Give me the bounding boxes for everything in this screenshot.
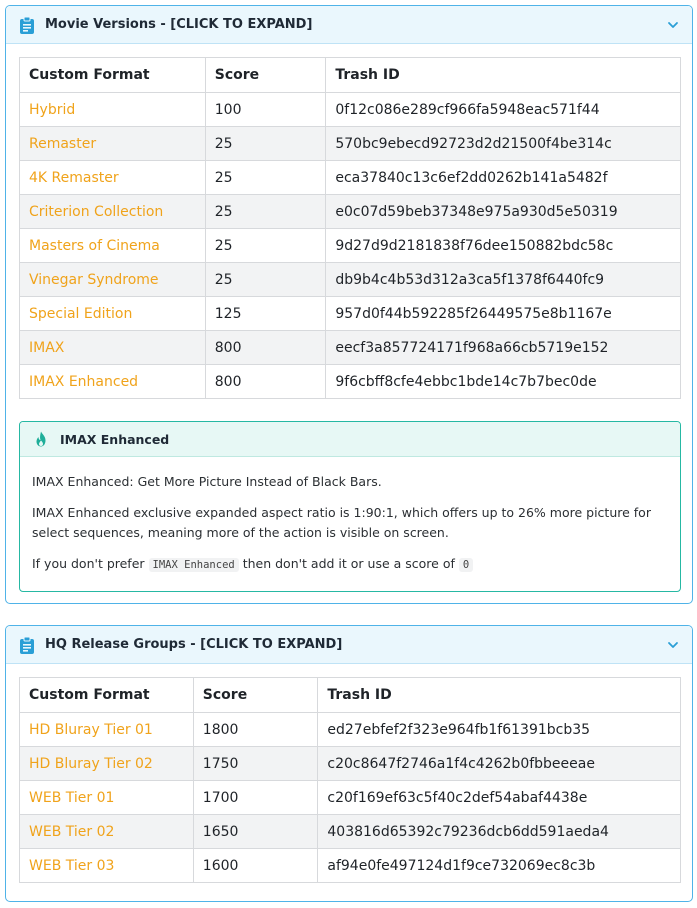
movie-versions-toggle[interactable]: Movie Versions - [CLICK TO EXPAND] (6, 6, 692, 44)
trash-id-cell: db9b4c4b53d312a3ca5f1378f6440fc9 (325, 262, 681, 297)
note-text: then don't add it or use a score of (242, 556, 455, 571)
custom-format-link[interactable]: IMAX (29, 340, 64, 356)
score-cell: 100 (204, 92, 327, 127)
movie-versions-table: Custom Format Score Trash ID Hybrid 100 … (19, 57, 681, 399)
panel-title: Movie Versions - [CLICK TO EXPAND] (45, 17, 313, 32)
custom-format-link[interactable]: HD Bluray Tier 02 (29, 756, 153, 772)
custom-format-link[interactable]: 4K Remaster (29, 170, 119, 186)
note-text: If you don't prefer (32, 556, 145, 571)
custom-format-link[interactable]: Masters of Cinema (29, 238, 160, 254)
clipboard-icon (20, 636, 34, 654)
custom-format-link[interactable]: WEB Tier 01 (29, 790, 114, 806)
score-cell: 800 (204, 364, 327, 399)
table-header-row: Custom Format Score Trash ID (19, 677, 681, 713)
custom-format-link[interactable]: IMAX Enhanced (29, 374, 138, 390)
score-cell: 25 (204, 262, 327, 297)
table-row: WEB Tier 03 1600 af94e0fe497124d1f9ce732… (19, 848, 681, 883)
column-header-custom-format: Custom Format (19, 57, 206, 93)
table-row: IMAX Enhanced 800 9f6cbff8cfe4ebbc1bde14… (19, 364, 681, 399)
note-header: IMAX Enhanced (20, 422, 680, 457)
panel-title: HQ Release Groups - [CLICK TO EXPAND] (45, 637, 343, 652)
note-paragraph: IMAX Enhanced: Get More Picture Instead … (32, 474, 382, 489)
hq-release-groups-table: Custom Format Score Trash ID HD Bluray T… (19, 677, 681, 883)
trash-id-cell: e0c07d59beb37348e975a930d5e50319 (325, 194, 681, 229)
trash-id-cell: eecf3a857724171f968a66cb5719e152 (325, 330, 681, 365)
trash-id-cell: c20c8647f2746a1f4c4262b0fbbeeeae (317, 746, 681, 781)
trash-id-cell: 957d0f44b592285f26449575e8b1167e (325, 296, 681, 331)
table-row: IMAX 800 eecf3a857724171f968a66cb5719e15… (19, 330, 681, 365)
column-header-custom-format: Custom Format (19, 677, 194, 713)
trash-id-cell: 0f12c086e289cf966fa5948eac571f44 (325, 92, 681, 127)
table-row: WEB Tier 01 1700 c20f169ef63c5f40c2def54… (19, 780, 681, 815)
table-row: Masters of Cinema 25 9d27d9d2181838f76de… (19, 228, 681, 263)
table-header-row: Custom Format Score Trash ID (19, 57, 681, 93)
score-cell: 800 (204, 330, 327, 365)
clipboard-icon (20, 16, 34, 34)
column-header-score: Score (192, 677, 319, 713)
table-row: Special Edition 125 957d0f44b592285f2644… (19, 296, 681, 331)
column-header-trash-id: Trash ID (325, 57, 681, 93)
chevron-down-icon[interactable] (666, 18, 680, 32)
trash-id-cell: af94e0fe497124d1f9ce732069ec8c3b (317, 848, 681, 883)
trash-id-cell: ed27ebfef2f323e964fb1f61391bcb35 (317, 712, 681, 747)
inline-code: 0 (458, 558, 474, 572)
custom-format-link[interactable]: HD Bluray Tier 01 (29, 722, 153, 738)
movie-versions-panel: Movie Versions - [CLICK TO EXPAND] Custo… (5, 5, 693, 604)
score-cell: 1700 (192, 780, 319, 815)
custom-format-link[interactable]: Vinegar Syndrome (29, 272, 159, 288)
imax-enhanced-note: IMAX Enhanced IMAX Enhanced: Get More Pi… (19, 421, 681, 592)
note-paragraph: IMAX Enhanced exclusive expanded aspect … (32, 505, 651, 540)
flame-icon (36, 431, 46, 447)
score-cell: 25 (204, 194, 327, 229)
hq-release-groups-toggle[interactable]: HQ Release Groups - [CLICK TO EXPAND] (6, 626, 692, 664)
custom-format-link[interactable]: Remaster (29, 136, 96, 152)
table-row: 4K Remaster 25 eca37840c13c6ef2dd0262b14… (19, 160, 681, 195)
table-row: WEB Tier 02 1650 403816d65392c79236dcb6d… (19, 814, 681, 849)
trash-id-cell: 403816d65392c79236dcb6dd591aeda4 (317, 814, 681, 849)
custom-format-link[interactable]: Hybrid (29, 102, 75, 118)
score-cell: 25 (204, 228, 327, 263)
score-cell: 1600 (192, 848, 319, 883)
column-header-trash-id: Trash ID (317, 677, 681, 713)
score-cell: 1800 (192, 712, 319, 747)
score-cell: 1650 (192, 814, 319, 849)
trash-id-cell: c20f169ef63c5f40c2def54abaf4438e (317, 780, 681, 815)
score-cell: 25 (204, 160, 327, 195)
table-row: Remaster 25 570bc9ebecd92723d2d21500f4be… (19, 126, 681, 161)
table-row: Hybrid 100 0f12c086e289cf966fa5948eac571… (19, 92, 681, 127)
trash-id-cell: eca37840c13c6ef2dd0262b141a5482f (325, 160, 681, 195)
custom-format-link[interactable]: Special Edition (29, 306, 132, 322)
trash-id-cell: 9d27d9d2181838f76dee150882bdc58c (325, 228, 681, 263)
trash-id-cell: 570bc9ebecd92723d2d21500f4be314c (325, 126, 681, 161)
table-row: HD Bluray Tier 02 1750 c20c8647f2746a1f4… (19, 746, 681, 781)
inline-code: IMAX Enhanced (148, 558, 239, 572)
table-row: Criterion Collection 25 e0c07d59beb37348… (19, 194, 681, 229)
score-cell: 25 (204, 126, 327, 161)
score-cell: 1750 (192, 746, 319, 781)
column-header-score: Score (204, 57, 327, 93)
custom-format-link[interactable]: WEB Tier 03 (29, 858, 114, 874)
score-cell: 125 (204, 296, 327, 331)
custom-format-link[interactable]: WEB Tier 02 (29, 824, 114, 840)
hq-release-groups-panel: HQ Release Groups - [CLICK TO EXPAND] Cu… (5, 625, 693, 902)
trash-id-cell: 9f6cbff8cfe4ebbc1bde14c7b7bec0de (325, 364, 681, 399)
custom-format-link[interactable]: Criterion Collection (29, 204, 163, 220)
chevron-down-icon[interactable] (666, 638, 680, 652)
table-row: HD Bluray Tier 01 1800 ed27ebfef2f323e96… (19, 712, 681, 747)
note-paragraph: If you don't prefer IMAX Enhanced then d… (32, 554, 668, 575)
table-row: Vinegar Syndrome 25 db9b4c4b53d312a3ca5f… (19, 262, 681, 297)
note-title: IMAX Enhanced (60, 431, 170, 447)
note-body: IMAX Enhanced: Get More Picture Instead … (20, 457, 680, 575)
